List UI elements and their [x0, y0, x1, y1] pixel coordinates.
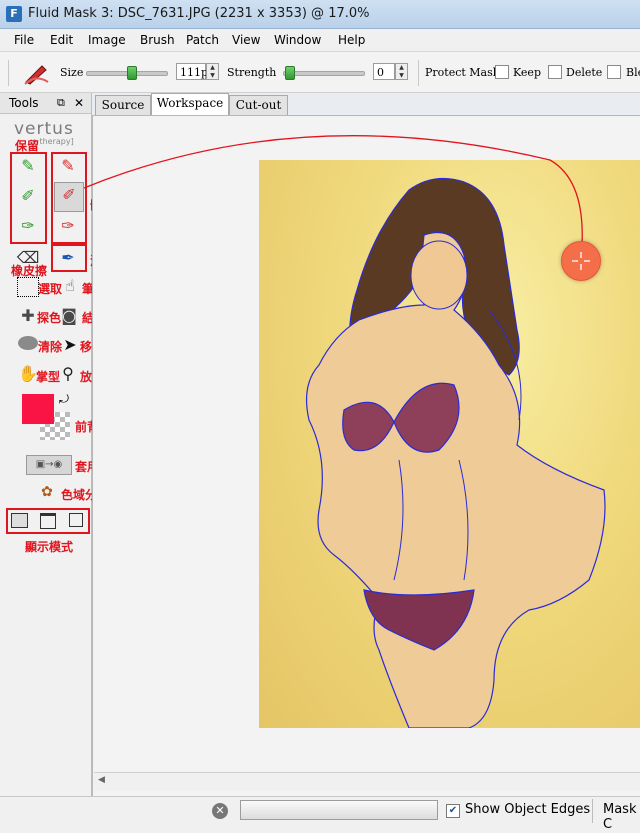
select-tool-icon[interactable] — [17, 277, 39, 297]
tab-cut-out[interactable]: Cut-out — [229, 95, 288, 115]
menu-edit[interactable]: Edit — [50, 33, 73, 47]
horizontal-scrollbar[interactable]: ◀ — [94, 772, 640, 791]
title-bar: F Fluid Mask 3: DSC_7631.JPG (2231 x 335… — [0, 0, 640, 29]
crosshair-icon — [572, 252, 590, 270]
strength-spinner[interactable]: ▲ ▼ — [395, 63, 408, 80]
toolbar-grip — [8, 60, 9, 86]
swap-colors-icon[interactable]: ⤾ — [59, 392, 69, 407]
display-mode-plain-icon[interactable] — [69, 513, 83, 527]
close-panel-icon[interactable]: ✕ — [74, 96, 84, 110]
keep-checkbox[interactable] — [495, 65, 509, 79]
brush-toolbar: Size 111px ▲ ▼ Strength 0 ▲ ▼ Protect Mask… — [0, 52, 640, 93]
mask-label: Mask C — [603, 802, 637, 832]
delete-brush-icon[interactable]: ✐ — [54, 182, 84, 212]
size-slider-thumb[interactable] — [126, 66, 137, 80]
status-separator — [592, 799, 593, 823]
strength-slider[interactable] — [283, 66, 365, 80]
float-panel-icon[interactable]: ⧉ — [57, 96, 65, 110]
delete-pencil-icon[interactable]: ✎ — [56, 154, 80, 178]
brush-cursor — [561, 241, 601, 281]
delete-label: Delete — [566, 66, 603, 79]
strength-input[interactable]: 0 — [373, 63, 395, 80]
view-tabs: Source Workspace Cut-out — [92, 93, 640, 115]
keep-local-brush-icon[interactable]: ✑ — [16, 214, 40, 238]
tools-panel-title: Tools — [9, 96, 39, 110]
toolbar-separator — [418, 60, 419, 86]
zoom-magnifier-icon[interactable]: ⚲ — [56, 362, 80, 386]
show-object-edges-label: Show Object Edges — [465, 802, 591, 817]
delete-local-brush-icon[interactable]: ✑ — [56, 214, 80, 238]
strength-label: Strength — [227, 66, 277, 79]
window-title: Fluid Mask 3: DSC_7631.JPG (2231 x 3353)… — [28, 6, 370, 21]
tab-workspace[interactable]: Workspace — [151, 93, 229, 115]
cancel-progress-icon[interactable]: ✕ — [212, 803, 228, 819]
vertus-logo: vertus — [14, 119, 74, 139]
menu-file[interactable]: File — [14, 33, 34, 47]
fluid-mask-app-icon: F — [6, 6, 22, 22]
camera-preview-icon[interactable]: ◙ — [57, 304, 81, 328]
apply-icon[interactable]: ▣→◉ — [26, 455, 72, 475]
tools-panel-header: Tools ⧉ ✕ — [0, 93, 91, 114]
keep-label: Keep — [513, 66, 541, 79]
menu-bar: File Edit Image Brush Patch View Window … — [0, 29, 640, 52]
scroll-left-arrow-icon[interactable]: ◀ — [98, 775, 105, 785]
size-label: Size — [60, 66, 84, 79]
current-brush-icon[interactable] — [22, 60, 50, 86]
display-mode-edges-icon[interactable] — [11, 513, 28, 528]
keep-pencil-icon[interactable]: ✎ — [16, 154, 40, 178]
menu-brush[interactable]: Brush — [140, 33, 175, 47]
tab-source[interactable]: Source — [95, 95, 151, 115]
clear-tool-icon[interactable] — [18, 336, 38, 350]
menu-view[interactable]: View — [232, 33, 260, 47]
blend-label: Ble — [626, 66, 640, 79]
menu-image[interactable]: Image — [88, 33, 126, 47]
size-slider[interactable] — [86, 66, 168, 80]
keep-brush-icon[interactable]: ✐ — [16, 184, 40, 208]
delete-checkbox[interactable] — [548, 65, 562, 79]
protect-mask-label: Protect Mask: — [425, 66, 504, 79]
progress-bar — [240, 800, 438, 820]
blend-brush-icon[interactable]: ✒ — [56, 246, 80, 270]
blend-checkbox[interactable] — [607, 65, 621, 79]
keep-annotation: 保留 — [15, 139, 40, 153]
menu-help[interactable]: Help — [338, 33, 365, 47]
color-distribution-icon[interactable]: ✿ — [35, 480, 59, 504]
menu-window[interactable]: Window — [274, 33, 321, 47]
brush-type-icon[interactable]: ☝ — [58, 274, 82, 298]
menu-patch[interactable]: Patch — [186, 33, 219, 47]
show-object-edges-checkbox[interactable]: ✔ — [446, 804, 460, 818]
strength-slider-thumb[interactable] — [285, 66, 296, 80]
move-arrow-icon[interactable]: ➤ — [58, 333, 82, 357]
display-mode-split-icon[interactable] — [40, 513, 56, 529]
size-input[interactable]: 111px — [176, 63, 214, 80]
foreground-color-swatch-front — [22, 394, 54, 424]
display-mode-annotation: 顯示模式 — [25, 540, 74, 554]
size-spinner[interactable]: ▲ ▼ — [206, 63, 219, 80]
